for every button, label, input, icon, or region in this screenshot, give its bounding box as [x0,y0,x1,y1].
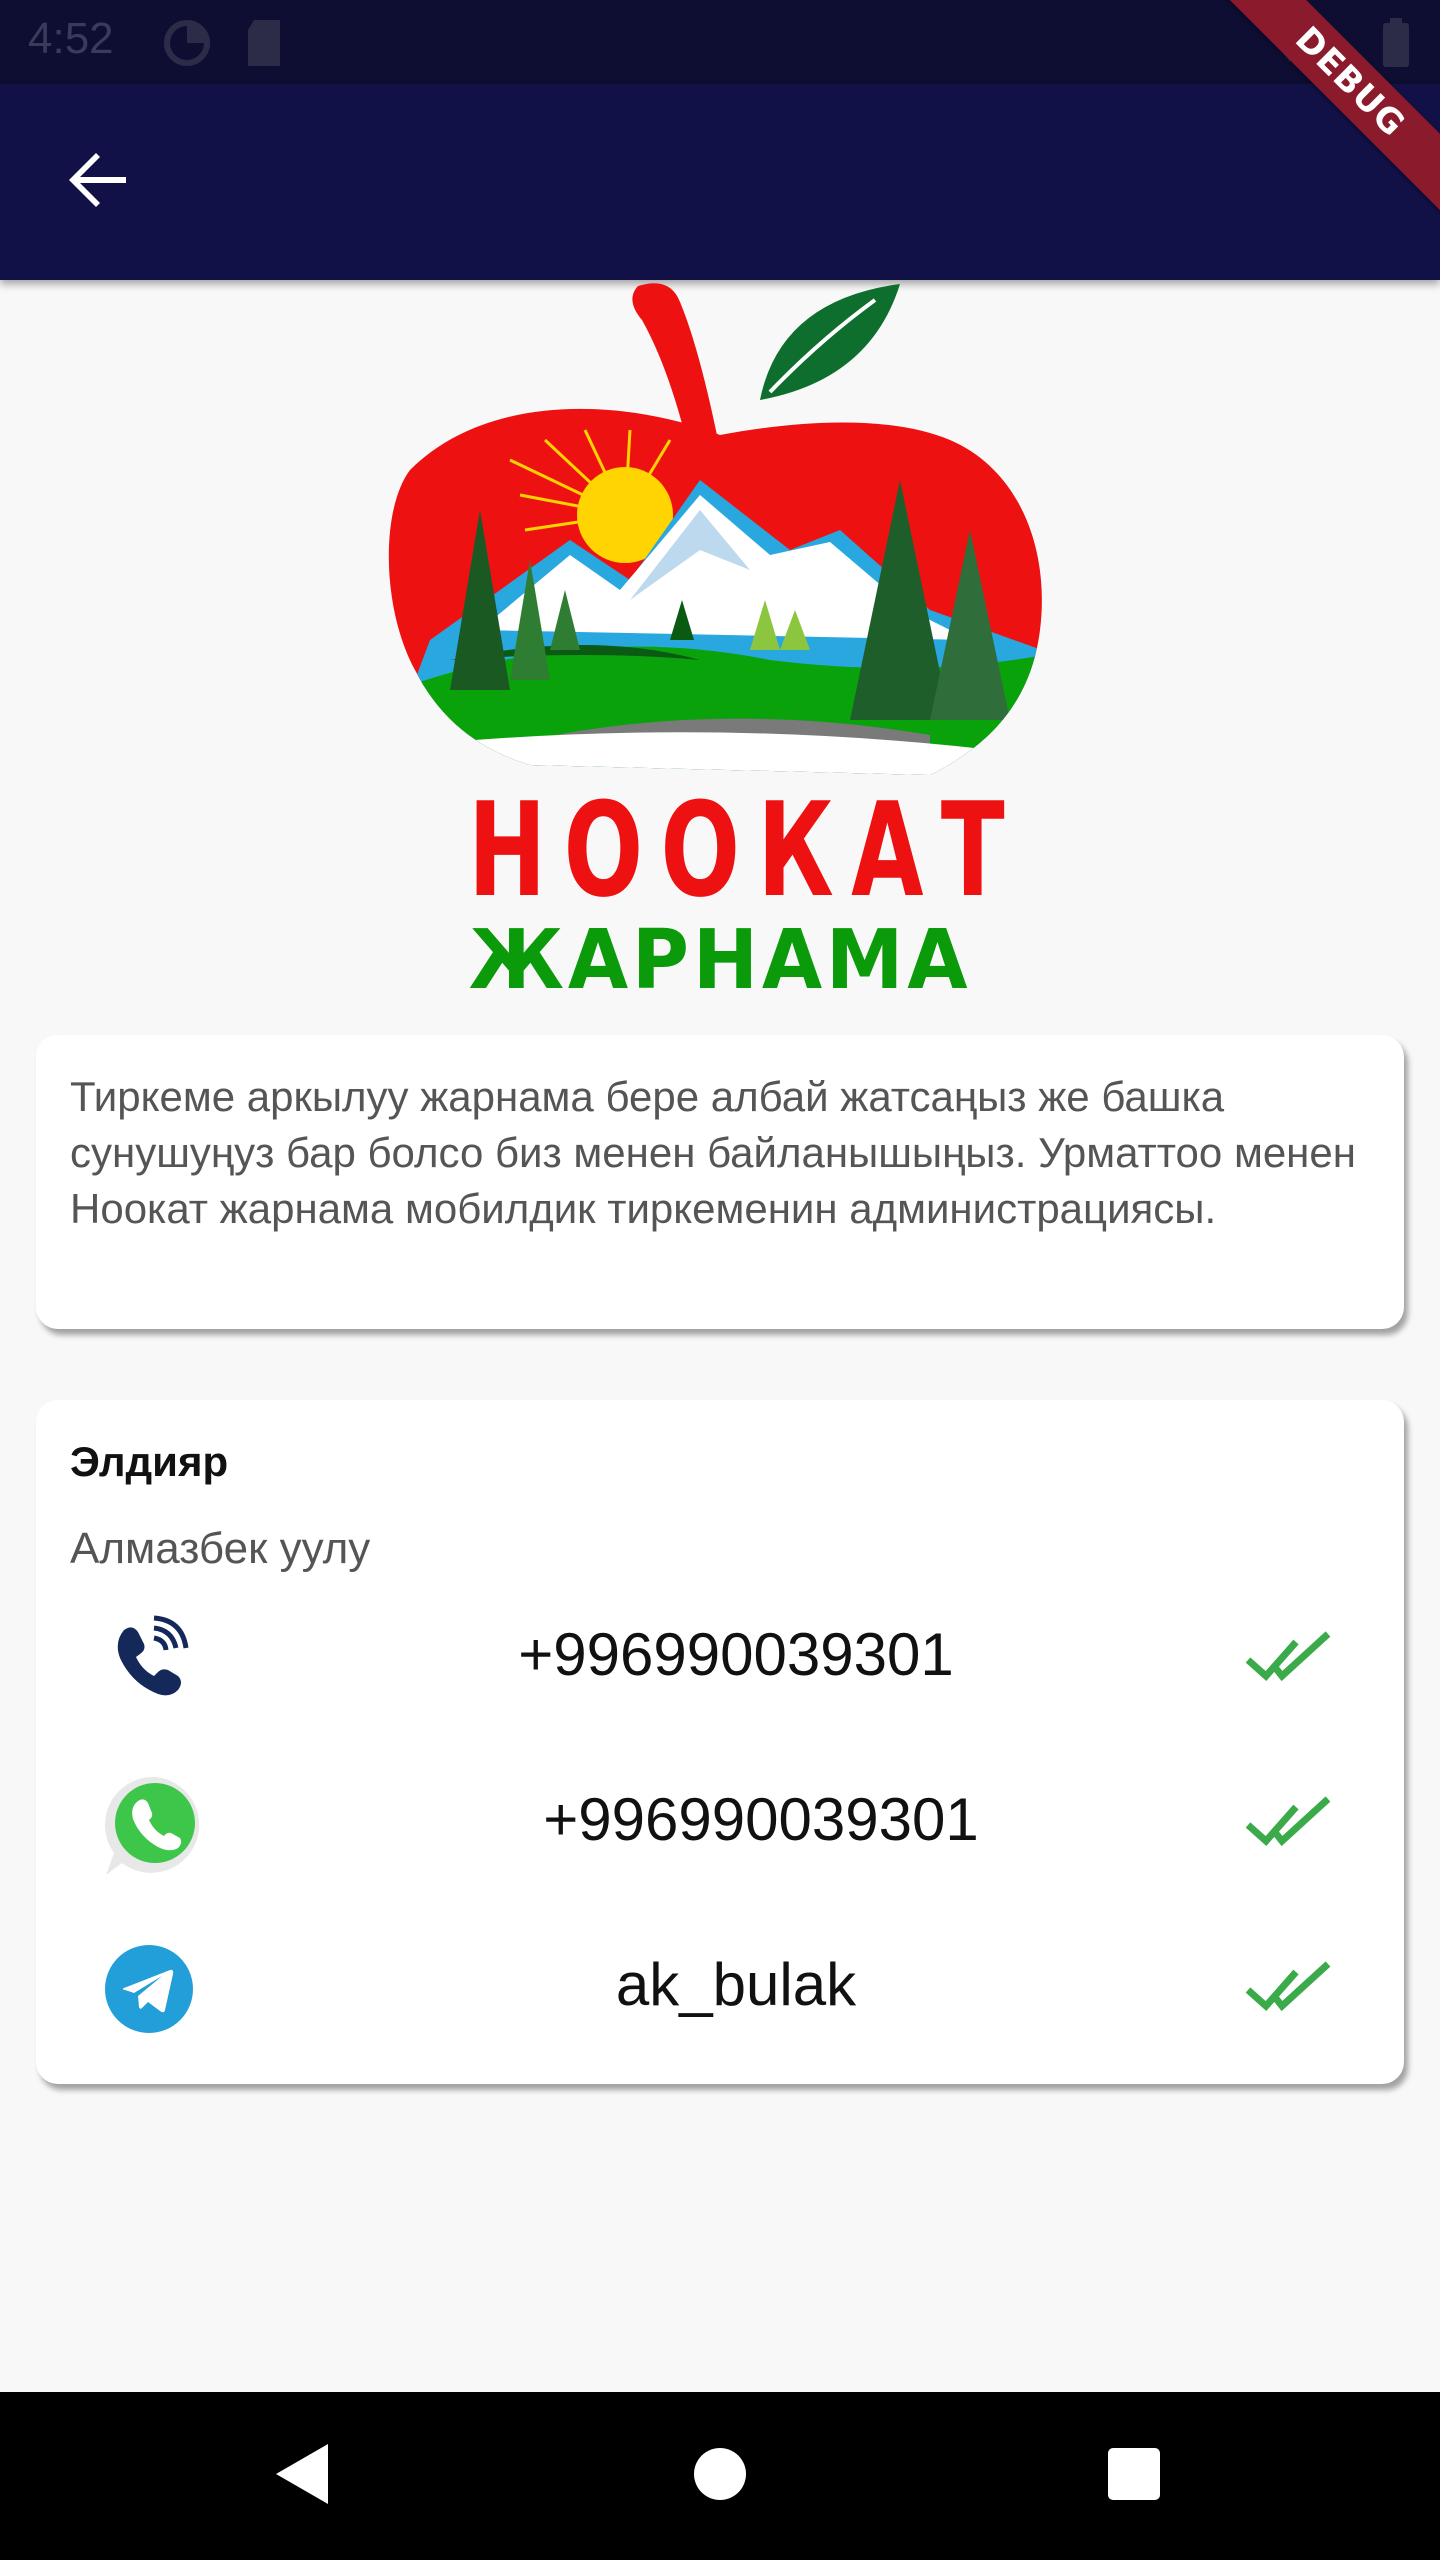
app-bar [0,84,1440,280]
phone-number: +996990039301 [518,1621,954,1688]
status-bar: 4:52 [0,0,1440,84]
double-check-icon [1245,1960,1336,2016]
logo-title: НООКАТ [468,774,1022,926]
system-nav-bar [0,2392,1440,2560]
apple-logo-graphic [388,283,1042,775]
whatsapp-row[interactable]: +996990039301 [36,1757,1404,1887]
app-logo: НООКАТ ЖАРНАМА [370,280,1070,1005]
whatsapp-icon [100,1771,210,1881]
data-saver-icon [162,18,212,73]
nav-recents-button[interactable] [1094,2436,1174,2516]
battery-icon [1382,18,1410,73]
nav-home-button[interactable] [680,2436,760,2516]
status-time: 4:52 [28,14,114,63]
info-text: Тиркеме аркылуу жарнама бере албай жатса… [70,1073,1356,1232]
telegram-username: ak_bulak [615,1951,857,2018]
telegram-icon [104,1944,194,2034]
sd-card-icon [244,18,284,73]
nav-back-button[interactable] [262,2436,342,2516]
phone-row[interactable]: +996990039301 [36,1592,1404,1722]
back-button[interactable] [58,142,138,222]
viber-phone-icon [102,1612,192,1702]
recents-square-icon [1106,2446,1162,2507]
logo-subtitle: ЖАРНАМА [468,913,972,1008]
arrow-back-icon [66,148,130,217]
double-check-icon [1245,1795,1336,1851]
whatsapp-number: +996990039301 [543,1786,979,1853]
contact-surname: Алмазбек уулу [70,1524,371,1573]
double-check-icon [1245,1630,1336,1686]
contact-name: Элдияр [70,1438,229,1485]
telegram-row[interactable]: ak_bulak [36,1922,1404,2052]
back-triangle-icon [272,2442,332,2511]
home-circle-icon [692,2446,748,2507]
contact-card: Элдияр Алмазбек уулу +996990039301 +9969… [36,1400,1404,2084]
info-card: Тиркеме аркылуу жарнама бере албай жатса… [36,1035,1404,1329]
